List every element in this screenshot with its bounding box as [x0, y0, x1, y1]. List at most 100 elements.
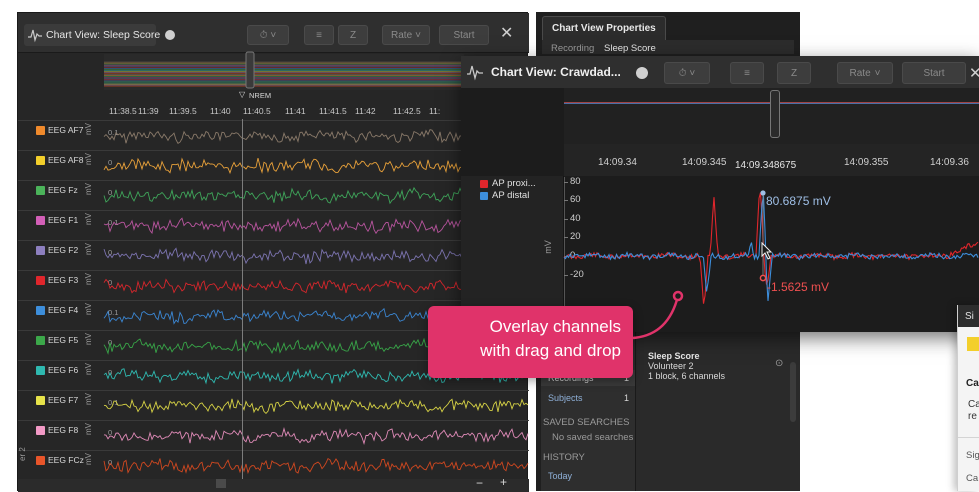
overview-strip[interactable] [104, 51, 464, 90]
browser-scrollbar[interactable] [790, 362, 796, 422]
side-panel-title: Si [965, 311, 974, 322]
side-color-swatch [967, 337, 979, 351]
recording-label: Recording [551, 43, 595, 54]
saved-searches-empty: No saved searches [552, 432, 634, 443]
signal-side-panel: Si Ca Ca re Sig Ca [957, 305, 979, 491]
rate-dropdown[interactable]: Rate ˅ [837, 62, 893, 84]
channel-unit: mV [84, 213, 93, 225]
list-icon: ≡ [316, 29, 322, 41]
tab-chart-view-sleep[interactable]: Chart View: Sleep Score [24, 24, 160, 46]
horizontal-scroll-thumb[interactable] [216, 479, 226, 488]
channel-name: EEG F6 [48, 365, 79, 375]
callout-line-2: with drag and drop [480, 341, 621, 360]
time-tick-label: 11:40 [210, 106, 231, 116]
waveform-icon [28, 29, 42, 43]
event-flag-icon: ▽ [239, 90, 246, 99]
subjects-count: 1 [624, 393, 630, 403]
callout-bubble: Overlay channels with drag and drop [428, 306, 633, 378]
history-header: HISTORY [543, 452, 585, 463]
list-view-button[interactable]: ≡ [304, 25, 334, 45]
sidebar-item-subjects[interactable]: Subjects 1 [541, 390, 635, 406]
arrow-circle-icon[interactable] [636, 67, 648, 79]
overview-thumb[interactable] [770, 90, 780, 138]
zoom-button[interactable]: Z [338, 25, 368, 45]
channel-color-swatch [36, 306, 45, 315]
channel-unit: mV [84, 333, 93, 345]
time-tick-label: 11:38.5 [109, 106, 137, 116]
side-row-1: Sig [966, 450, 979, 461]
close-icon[interactable]: ✕ [969, 64, 979, 82]
history-today[interactable]: Today [548, 471, 572, 481]
channel-unit: mV [84, 153, 93, 165]
channel-name: EEG AF8 [48, 155, 84, 165]
channel-color-swatch [36, 216, 45, 225]
item-subject: Volunteer 2 [648, 361, 694, 371]
overlay-channel-swatch [480, 192, 488, 200]
cursor-line [242, 119, 243, 489]
zoom-out-icon[interactable]: − [476, 476, 483, 490]
channel-name: EEG F7 [48, 395, 79, 405]
overlay-channel-name[interactable]: AP distal [492, 190, 529, 201]
zoom-in-icon[interactable]: + [500, 475, 507, 489]
channel-trace-line [103, 398, 529, 415]
item-title: Sleep Score [648, 351, 700, 361]
overlay-channel-name[interactable]: AP proxi... [492, 178, 536, 189]
main-bottom-bar [18, 479, 529, 492]
channel-unit: mV [84, 393, 93, 405]
main-chart-window: Chart View: Sleep Score ⏱ ˅ ≡ Z Rate ˅ St… [17, 12, 529, 492]
rate-label: Rate [391, 29, 413, 41]
side-line-2: re [968, 411, 977, 422]
rate-dropdown[interactable]: Rate ˅ [382, 25, 430, 45]
start-button[interactable]: Start [439, 25, 489, 45]
channel-trace [103, 398, 529, 415]
time-tick-label: 11:42.5 [393, 106, 421, 116]
stopwatch-icon: ⏱ ˅ [259, 29, 277, 41]
start-label: Start [453, 29, 475, 41]
zoom-icon: Z [349, 29, 357, 41]
channel-unit: mV [84, 423, 93, 435]
list-view-button[interactable]: ≡ [730, 62, 764, 84]
time-tick-label: 11:40.5 [243, 106, 271, 116]
readout-point-high [760, 190, 766, 196]
zoom-button[interactable]: Z [777, 62, 811, 84]
channel-color-swatch [36, 246, 45, 255]
subjects-label: Subjects [548, 393, 583, 403]
channel-name: EEG FCz [48, 455, 84, 465]
overlay-time-tick: 14:09.355 [844, 157, 889, 168]
overlay-window-title: Chart View: Crawdad... [491, 65, 621, 79]
channel-color-swatch [36, 366, 45, 375]
channel-color-swatch [36, 276, 45, 285]
channel-trace [103, 457, 529, 475]
properties-tab[interactable]: Chart View Properties [542, 16, 666, 40]
channel-unit: mV [84, 303, 93, 315]
zoom-icon: Z [790, 67, 798, 79]
channel-color-swatch [36, 186, 45, 195]
channel-name: EEG AF7 [48, 125, 84, 135]
time-tick-label: 11:39.5 [169, 106, 197, 116]
channel-unit: mV [84, 363, 93, 375]
timer-button[interactable]: ⏱ ˅ [664, 62, 710, 84]
recording-item[interactable]: Sleep Score Volunteer 2 1 block, 6 chann… [639, 346, 789, 386]
item-info-icon[interactable]: ⊙ [775, 358, 783, 369]
time-tick-label: 11:42 [355, 106, 376, 116]
arrow-circle-icon[interactable] [165, 30, 175, 40]
channel-color-swatch [36, 336, 45, 345]
channel-unit: mV [84, 123, 93, 135]
waveform-icon [467, 65, 483, 81]
timer-button[interactable]: ⏱ ˅ [247, 25, 289, 45]
recording-value: Sleep Score [604, 43, 656, 54]
close-icon[interactable]: ✕ [500, 23, 513, 43]
readout-point-low [759, 274, 767, 282]
callout-connector [632, 290, 684, 340]
channel-name: EEG F8 [48, 425, 79, 435]
side-marker: er 2 [18, 447, 27, 461]
overlay-time-tick: 14:09.34 [598, 157, 637, 168]
main-window-title: Chart View: Sleep Score [46, 29, 161, 41]
start-label: Start [923, 67, 945, 79]
side-row-2: Ca [966, 473, 979, 484]
channel-trace [103, 426, 529, 446]
overlay-time-tick: 14:09.345 [682, 157, 727, 168]
start-button[interactable]: Start [902, 62, 966, 84]
overlay-time-tick: 14:09.36 [930, 157, 969, 168]
mouse-cursor-icon [761, 241, 773, 260]
